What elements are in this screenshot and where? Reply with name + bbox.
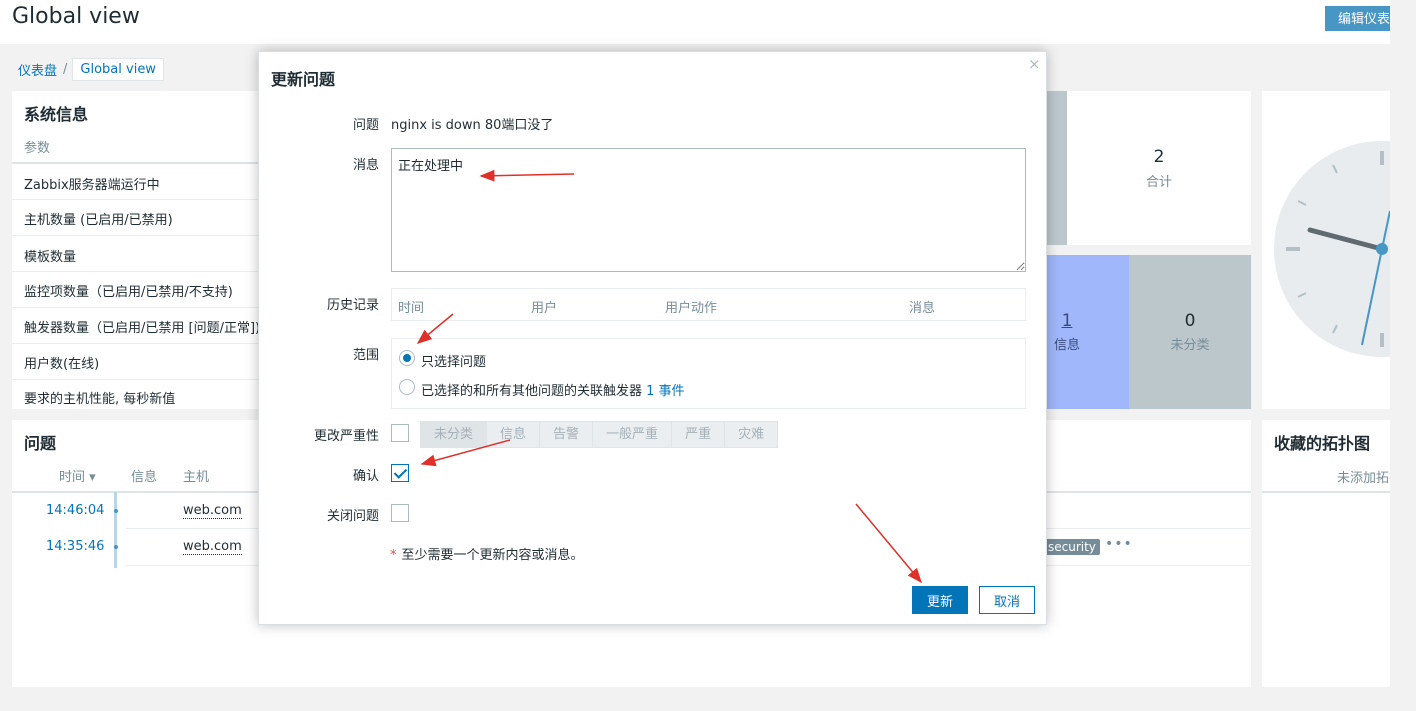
breadcrumb-current[interactable]: Global view	[72, 57, 164, 81]
severity-bar	[1047, 91, 1067, 245]
update-button[interactable]: 更新	[912, 586, 968, 614]
column-header-host[interactable]: 主机	[183, 466, 209, 485]
info-label: 信息	[1053, 338, 1080, 353]
system-info-widget: 系统信息 参数 Zabbix服务器端运行中 主机数量 (已启用/已禁用) 模板数…	[12, 91, 262, 409]
update-problem-dialog: 更新问题 × 问题 nginx is down 80端口没了 消息 正在处理中 …	[258, 51, 1047, 625]
acknowledge-checkbox[interactable]	[391, 464, 409, 482]
severity-option[interactable]: 灾难	[725, 422, 777, 447]
problem-time-link[interactable]: 14:35:46	[46, 539, 104, 554]
sys-info-row: 触发器数量（已启用/已禁用 [问题/正常])	[24, 321, 261, 336]
timeline-dot	[114, 545, 118, 549]
change-severity-checkbox[interactable]	[391, 424, 409, 442]
clock-widget	[1262, 91, 1390, 409]
message-textarea[interactable]: 正在处理中	[391, 148, 1026, 272]
scope-option-label: 只选择问题	[421, 355, 487, 370]
scope-option-label: 已选择的和所有其他问题的关联触发器 1 事件	[421, 384, 685, 399]
timeline-dot	[114, 509, 118, 513]
divider	[1262, 491, 1390, 493]
page-title: Global view	[12, 4, 140, 29]
column-header-parameter: 参数	[24, 141, 51, 156]
problems-by-severity-widget: 2 合计	[1047, 91, 1251, 245]
problem-time-link[interactable]: 14:46:04	[46, 503, 104, 518]
severity-tile-unclassified[interactable]: 0 未分类	[1129, 255, 1251, 409]
column-header-info: 信息	[131, 470, 158, 485]
widget-title: 问题	[24, 434, 57, 453]
history-col-time: 时间	[398, 301, 425, 316]
sys-info-row: Zabbix服务器端运行中	[24, 178, 160, 193]
problem-name: nginx is down 80端口没了	[391, 118, 554, 133]
close-problem-checkbox[interactable]	[391, 504, 409, 522]
close-problem-label: 关闭问题	[326, 509, 379, 524]
sys-info-row: 要求的主机性能, 每秒新值	[24, 392, 176, 407]
divider	[12, 343, 262, 344]
more-tags-icon[interactable]: •••	[1105, 536, 1133, 552]
scope-options: 只选择问题 已选择的和所有其他问题的关联触发器 1 事件	[391, 338, 1026, 409]
problem-host-link[interactable]: web.com	[183, 503, 242, 519]
page-header: Global view 编辑仪表盘	[0, 0, 1390, 44]
problem-host-link[interactable]: web.com	[183, 539, 242, 555]
required-asterisk: *	[390, 548, 397, 563]
divider	[12, 307, 262, 308]
history-col-action: 用户动作	[665, 301, 718, 316]
breadcrumb: 仪表盘 / Global view	[12, 56, 164, 82]
edit-dashboard-button[interactable]: 编辑仪表盘	[1325, 6, 1390, 31]
timeline-bar	[114, 492, 117, 568]
divider	[12, 235, 262, 236]
divider	[12, 162, 262, 164]
unclassified-count: 0	[1184, 311, 1196, 331]
scope-radio-all-related[interactable]	[399, 379, 415, 395]
history-label: 历史记录	[326, 298, 379, 313]
widget-title: 系统信息	[24, 105, 89, 124]
severity-option[interactable]: 未分类	[421, 422, 488, 447]
scope-radio-only-selected[interactable]	[399, 350, 415, 366]
widget-title: 收藏的拓扑图	[1274, 434, 1371, 453]
severity-selector: 未分类 信息 告警 一般严重 严重 灾难	[420, 421, 779, 448]
info-count[interactable]: 1	[1047, 311, 1087, 331]
message-label: 消息	[352, 158, 379, 173]
divider	[12, 379, 262, 380]
column-header-time[interactable]: 时间 ▾	[59, 466, 96, 485]
unclassified-label: 未分类	[1170, 338, 1210, 353]
total-label: 合计	[1145, 175, 1172, 190]
severity-tiles: 1 信息 0 未分类	[1047, 255, 1251, 409]
sys-info-row: 监控项数量（已启用/已禁用/不支持)	[24, 285, 233, 300]
problem-tag[interactable]: security	[1044, 539, 1100, 555]
scope-label: 范围	[352, 348, 379, 363]
cancel-button[interactable]: 取消	[979, 586, 1035, 614]
events-link[interactable]: 1 事件	[646, 384, 684, 399]
close-icon[interactable]: ×	[1028, 55, 1041, 73]
divider	[12, 199, 262, 200]
favorite-maps-widget: 收藏的拓扑图 未添加拓扑图	[1262, 420, 1390, 687]
required-note: * 至少需要一个更新内容或消息。	[390, 548, 584, 563]
history-table: 时间 用户 用户动作 消息	[391, 288, 1026, 321]
problem-label: 问题	[352, 118, 379, 133]
dialog-title: 更新问题	[271, 70, 336, 89]
sys-info-row: 用户数(在线)	[24, 357, 100, 372]
total-count[interactable]: 2	[1067, 147, 1251, 167]
breadcrumb-dashboards[interactable]: 仪表盘	[12, 60, 63, 79]
change-severity-label: 更改严重性	[313, 429, 379, 444]
severity-tile-info[interactable]: 1 信息	[1047, 255, 1129, 409]
sys-info-row: 模板数量	[24, 250, 77, 265]
severity-option[interactable]: 严重	[672, 422, 726, 447]
severity-option[interactable]: 一般严重	[593, 422, 673, 447]
acknowledge-label: 确认	[352, 469, 379, 484]
divider	[12, 271, 262, 272]
breadcrumb-separator: /	[63, 61, 68, 77]
history-col-user: 用户	[531, 301, 558, 316]
sys-info-row: 主机数量 (已启用/已禁用)	[24, 213, 173, 228]
history-col-message: 消息	[909, 301, 936, 316]
severity-option[interactable]: 告警	[540, 422, 594, 447]
empty-message: 未添加拓扑图	[1337, 471, 1390, 486]
severity-option[interactable]: 信息	[487, 422, 541, 447]
clock-icon	[1274, 141, 1390, 357]
